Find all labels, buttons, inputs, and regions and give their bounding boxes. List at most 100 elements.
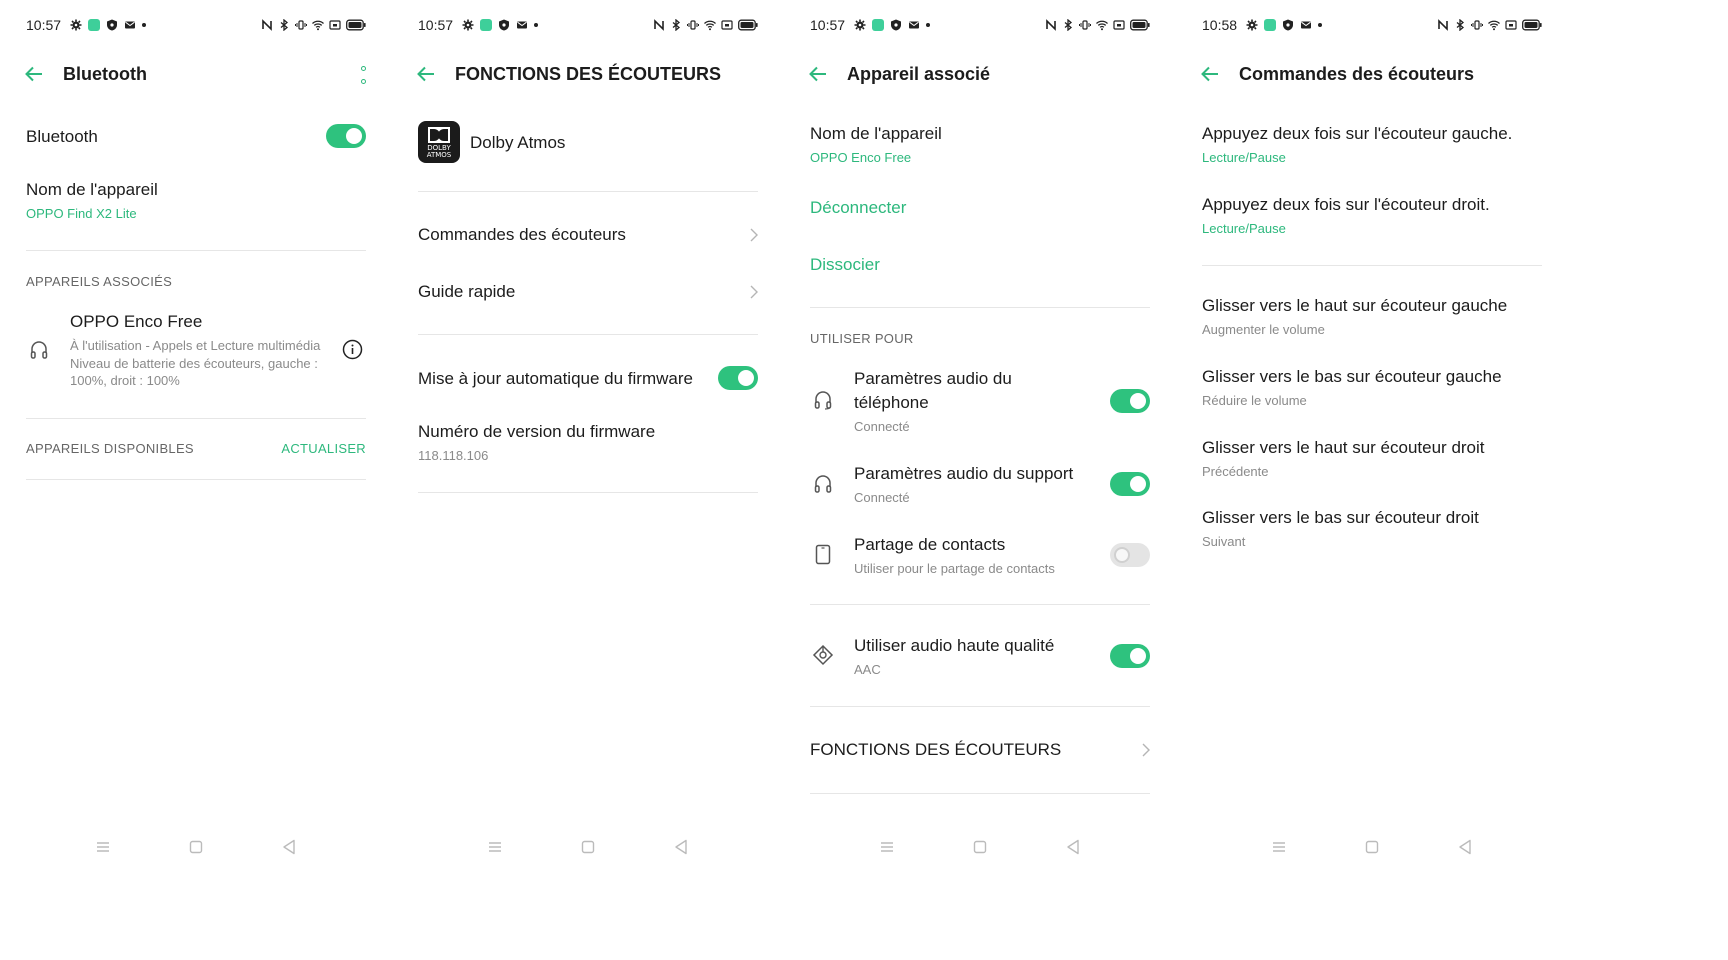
divider — [1202, 265, 1542, 266]
back-arrow-icon[interactable] — [1200, 64, 1220, 84]
status-time: 10:57 — [810, 17, 846, 33]
menu-nav-icon[interactable] — [880, 840, 894, 854]
paired-device-usage: À l'utilisation - Appels et Lecture mult… — [70, 338, 321, 353]
hq-audio-toggle[interactable] — [1110, 644, 1150, 668]
divider — [418, 334, 758, 335]
auto-update-label: Mise à jour automatique du firmware — [418, 369, 693, 388]
back-nav-icon[interactable] — [282, 839, 296, 855]
headphones-icon — [30, 341, 48, 359]
more-notifications-dot — [534, 23, 538, 27]
phone-audio-label-line2: téléphone — [854, 393, 929, 412]
device-name-value: OPPO Enco Free — [810, 150, 912, 165]
app-notification-icon — [480, 19, 492, 31]
control-item-label[interactable]: Glisser vers le bas sur écouteur droit — [1202, 508, 1479, 528]
gear-icon — [854, 19, 866, 31]
phone-audio-label-line1: Paramètres audio du — [854, 369, 1012, 388]
divider — [810, 706, 1150, 707]
media-audio-status: Connecté — [854, 490, 910, 505]
control-item-value: Suivant — [1202, 534, 1246, 549]
info-icon[interactable] — [342, 339, 363, 360]
cast-icon — [1113, 20, 1125, 30]
control-item-label[interactable]: Glisser vers le haut sur écouteur droit — [1202, 438, 1485, 458]
phone-audio-toggle[interactable] — [1110, 389, 1150, 413]
control-item-label[interactable]: Appuyez deux fois sur l'écouteur droit. — [1202, 195, 1490, 215]
more-notifications-dot — [142, 23, 146, 27]
home-nav-icon[interactable] — [189, 840, 203, 854]
battery-icon — [1522, 19, 1542, 31]
menu-nav-icon[interactable] — [96, 840, 110, 854]
divider — [810, 793, 1150, 794]
home-nav-icon[interactable] — [1365, 840, 1379, 854]
status-time: 10:57 — [418, 17, 454, 33]
bluetooth-toggle[interactable] — [326, 124, 366, 148]
divider — [810, 307, 1150, 308]
earphone-functions-item[interactable]: FONCTIONS DES ÉCOUTEURS — [810, 740, 1061, 760]
more-notifications-dot — [926, 23, 930, 27]
home-nav-icon[interactable] — [973, 840, 987, 854]
mail-icon — [517, 21, 527, 29]
use-for-header: UTILISER POUR — [810, 331, 914, 346]
more-options-icon[interactable] — [360, 66, 366, 84]
media-audio-toggle[interactable] — [1110, 472, 1150, 496]
gear-icon — [462, 19, 474, 31]
back-arrow-icon[interactable] — [808, 64, 828, 84]
bluetooth-status-icon — [1064, 19, 1073, 31]
battery-icon — [346, 19, 366, 31]
bluetooth-status-icon — [280, 19, 289, 31]
phone-icon — [815, 544, 831, 565]
available-devices-header: APPAREILS DISPONIBLES — [26, 441, 194, 456]
earphone-controls-screen: 10:58 Commandes des écouteurs Appuyez de… — [1176, 0, 1568, 960]
control-item-label[interactable]: Glisser vers le bas sur écouteur gauche — [1202, 367, 1502, 387]
chevron-right-icon — [750, 228, 758, 242]
control-item-label[interactable]: Glisser vers le haut sur écouteur gauche — [1202, 296, 1507, 316]
paired-device-name[interactable]: OPPO Enco Free — [70, 312, 202, 332]
contacts-sharing-toggle[interactable] — [1110, 543, 1150, 567]
shield-icon — [1283, 19, 1293, 31]
menu-nav-icon[interactable] — [1272, 840, 1286, 854]
auto-update-toggle[interactable] — [718, 366, 758, 390]
back-nav-icon[interactable] — [674, 839, 688, 855]
divider — [26, 479, 366, 480]
disconnect-button[interactable]: Déconnecter — [810, 198, 906, 218]
nfc-icon — [1438, 19, 1448, 31]
nfc-icon — [654, 19, 664, 31]
back-arrow-icon[interactable] — [416, 64, 436, 84]
cast-icon — [1505, 20, 1517, 30]
cast-icon — [721, 20, 733, 30]
menu-nav-icon[interactable] — [488, 840, 502, 854]
dolby-logo-subtext: ATMOS — [426, 151, 452, 159]
unpair-button[interactable]: Dissocier — [810, 255, 880, 275]
home-nav-icon[interactable] — [581, 840, 595, 854]
mail-icon — [125, 21, 135, 29]
device-name-label[interactable]: Nom de l'appareil — [810, 124, 942, 144]
vibrate-icon — [687, 20, 699, 30]
shield-icon — [891, 19, 901, 31]
mail-icon — [1301, 21, 1311, 29]
control-item-value: Lecture/Pause — [1202, 150, 1286, 165]
nav-bar — [0, 836, 392, 860]
device-name-value: OPPO Find X2 Lite — [26, 206, 137, 221]
divider — [26, 418, 366, 419]
gear-icon — [70, 19, 82, 31]
hd-audio-icon — [812, 644, 834, 666]
status-bar: 10:57 — [26, 16, 366, 36]
control-item-value: Lecture/Pause — [1202, 221, 1286, 236]
bluetooth-toggle-label: Bluetooth — [26, 127, 98, 146]
paired-device-battery-line2: 100%, droit : 100% — [70, 373, 180, 388]
headset-mic-icon — [814, 391, 832, 410]
back-arrow-icon[interactable] — [24, 64, 44, 84]
vibrate-icon — [295, 20, 307, 30]
page-title: Appareil associé — [847, 64, 991, 84]
dolby-atmos-label[interactable]: Dolby Atmos — [470, 133, 565, 153]
phone-audio-status: Connecté — [854, 419, 910, 434]
app-notification-icon — [1264, 19, 1276, 31]
device-name-label[interactable]: Nom de l'appareil — [26, 180, 158, 200]
back-nav-icon[interactable] — [1066, 839, 1080, 855]
back-nav-icon[interactable] — [1458, 839, 1472, 855]
refresh-button[interactable]: ACTUALISER — [281, 441, 366, 456]
earphone-controls-item[interactable]: Commandes des écouteurs — [418, 225, 626, 245]
chevron-right-icon — [750, 285, 758, 299]
contacts-sharing-desc: Utiliser pour le partage de contacts — [854, 561, 1055, 576]
control-item-label[interactable]: Appuyez deux fois sur l'écouteur gauche. — [1202, 124, 1512, 144]
quick-guide-item[interactable]: Guide rapide — [418, 282, 515, 302]
